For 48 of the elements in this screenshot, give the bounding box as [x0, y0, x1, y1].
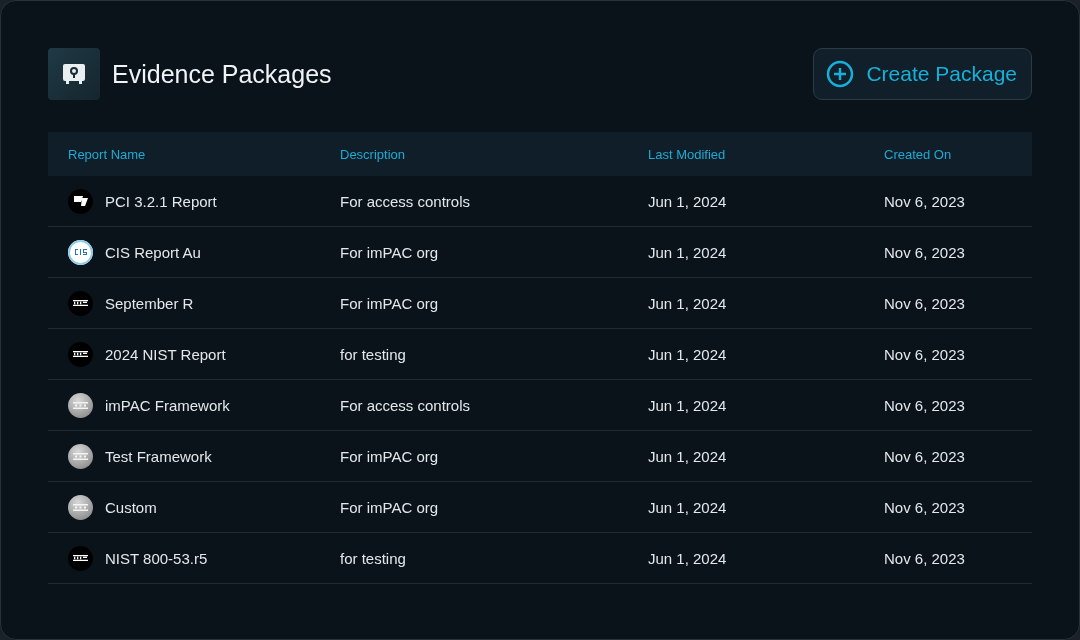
- create-package-button[interactable]: Create Package: [813, 48, 1032, 100]
- report-name[interactable]: imPAC Framework: [105, 396, 230, 414]
- table-cell: Jun 1, 2024: [628, 328, 864, 380]
- safe-icon: [48, 48, 100, 100]
- column-header[interactable]: Report Name: [48, 132, 320, 176]
- logo-icon: [68, 239, 93, 265]
- report-name[interactable]: 2024 NIST Report: [105, 345, 226, 363]
- logo-icon: [68, 443, 93, 469]
- table-cell: Nov 6, 2023: [864, 176, 1032, 227]
- table-cell: For imPAC org: [320, 430, 628, 482]
- table-cell: Jun 1, 2024: [628, 226, 864, 278]
- table-cell: Jun 1, 2024: [628, 481, 864, 533]
- column-header[interactable]: Last Modified: [628, 132, 864, 176]
- page-title: Evidence Packages: [112, 59, 332, 89]
- logo-icon: [68, 188, 93, 214]
- table-cell: For imPAC org: [320, 226, 628, 278]
- column-header[interactable]: Created On: [864, 132, 1032, 176]
- table-cell: Jun 1, 2024: [628, 532, 864, 584]
- logo-icon: [68, 494, 93, 520]
- table-cell: Jun 1, 2024: [628, 430, 864, 482]
- report-name[interactable]: September R: [105, 294, 194, 312]
- table-cell: Nov 6, 2023: [864, 481, 1032, 533]
- column-header[interactable]: Description: [320, 132, 628, 176]
- report-name[interactable]: CIS Report Au: [105, 243, 201, 261]
- table-cell: Jun 1, 2024: [628, 176, 864, 227]
- table-cell: Nov 6, 2023: [864, 226, 1032, 278]
- table-cell: Nov 6, 2023: [864, 532, 1032, 584]
- table-cell: Jun 1, 2024: [628, 277, 864, 329]
- table-cell: Nov 6, 2023: [864, 379, 1032, 431]
- report-name[interactable]: NIST 800-53.r5: [105, 549, 208, 567]
- table-cell: for testing: [320, 328, 628, 380]
- logo-icon: [68, 290, 93, 316]
- table-cell: For access controls: [320, 176, 628, 227]
- table-cell: For access controls: [320, 379, 628, 431]
- table-cell: Nov 6, 2023: [864, 328, 1032, 380]
- table-cell: Jun 1, 2024: [628, 379, 864, 431]
- report-name[interactable]: Custom: [105, 498, 157, 516]
- plus-circle-icon: [826, 60, 855, 88]
- table-cell: For imPAC org: [320, 277, 628, 329]
- logo-icon: [68, 341, 93, 367]
- table-cell: Nov 6, 2023: [864, 277, 1032, 329]
- report-name[interactable]: PCI 3.2.1 Report: [105, 192, 217, 210]
- table-cell: Nov 6, 2023: [864, 430, 1032, 482]
- logo-icon: [68, 545, 93, 571]
- report-name[interactable]: Test Framework: [105, 447, 212, 465]
- table-cell: for testing: [320, 532, 628, 584]
- table-cell: For imPAC org: [320, 481, 628, 533]
- logo-icon: [68, 392, 93, 418]
